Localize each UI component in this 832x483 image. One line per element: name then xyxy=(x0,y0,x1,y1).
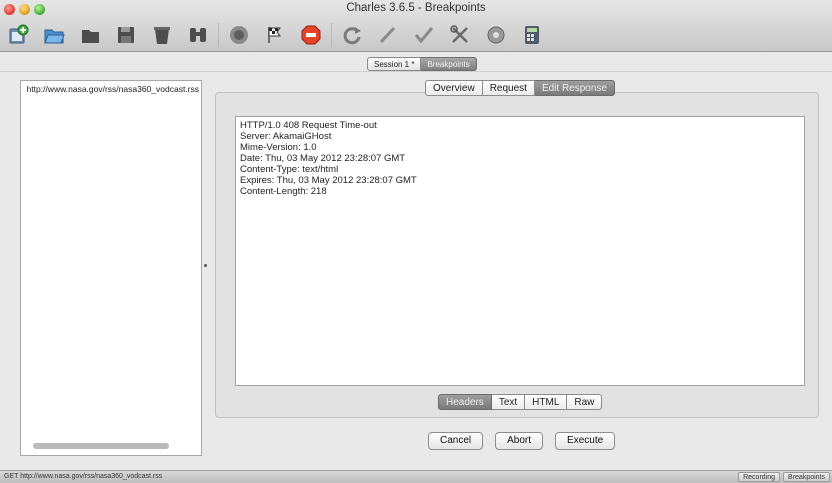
view-tabs: Overview Request Edit Response xyxy=(425,80,615,96)
action-buttons: Cancel Abort Execute xyxy=(428,432,627,450)
close-session-icon[interactable] xyxy=(78,23,102,47)
session-tabs: Session 1 * Breakpoints xyxy=(367,57,477,71)
recording-button[interactable]: Recording xyxy=(738,472,781,482)
cancel-button[interactable]: Cancel xyxy=(428,432,484,450)
header-line: Content-Length: 218 xyxy=(240,186,327,197)
request-url: http://www.nasa.gov/rss/nasa360_vodcast.… xyxy=(26,84,199,94)
response-headers-editor[interactable]: HTTP/1.0 408 Request Time-out Server: Ak… xyxy=(235,116,805,386)
execute-button[interactable]: Execute xyxy=(555,432,616,450)
record-icon[interactable] xyxy=(227,23,251,47)
status-buttons: Recording Breakpoints xyxy=(735,472,830,482)
toolbar xyxy=(6,20,556,50)
repeat-icon[interactable] xyxy=(340,23,364,47)
abort-button[interactable]: Abort xyxy=(495,432,544,450)
save-session-icon[interactable] xyxy=(114,23,138,47)
calculator-icon[interactable] xyxy=(520,23,544,47)
splitter-handle[interactable] xyxy=(204,264,207,267)
settings-icon[interactable] xyxy=(484,23,508,47)
edit-icon[interactable] xyxy=(376,23,400,47)
title-bar: Charles 3.6.5 - Breakpoints xyxy=(0,0,832,52)
tab-edit-response[interactable]: Edit Response xyxy=(534,80,615,96)
tab-raw[interactable]: Raw xyxy=(567,394,603,410)
header-line: Mime-Version: 1.0 xyxy=(240,142,317,153)
status-bar: GET http://www.nasa.gov/rss/nasa360_vodc… xyxy=(0,470,832,483)
status-text: GET http://www.nasa.gov/rss/nasa360_vodc… xyxy=(4,473,163,480)
header-line: HTTP/1.0 408 Request Time-out xyxy=(240,120,377,131)
tab-overview[interactable]: Overview xyxy=(425,80,483,96)
toolbar-separator xyxy=(331,23,332,47)
tab-html[interactable]: HTML xyxy=(525,394,568,410)
find-icon[interactable] xyxy=(186,23,210,47)
list-item[interactable]: http://www.nasa.gov/rss/nasa360_vodcast.… xyxy=(23,82,199,96)
tab-session-1[interactable]: Session 1 * xyxy=(367,57,422,71)
window-title: Charles 3.6.5 - Breakpoints xyxy=(346,2,486,14)
clear-session-icon[interactable] xyxy=(150,23,174,47)
tab-request[interactable]: Request xyxy=(482,80,535,96)
header-line: Date: Thu, 03 May 2012 23:28:07 GMT xyxy=(240,153,406,164)
new-session-icon[interactable] xyxy=(6,23,30,47)
breakpoints-button[interactable]: Breakpoints xyxy=(783,472,830,482)
format-tabs: Headers Text HTML Raw xyxy=(438,394,603,410)
open-session-icon[interactable] xyxy=(42,23,66,47)
horizontal-scrollbar[interactable] xyxy=(33,443,169,449)
breakpoints-icon[interactable] xyxy=(299,23,323,47)
tools-icon[interactable] xyxy=(448,23,472,47)
validate-icon[interactable] xyxy=(412,23,436,47)
header-line: Content-Type: text/html xyxy=(240,164,339,175)
tab-text[interactable]: Text xyxy=(491,394,526,410)
toolbar-separator xyxy=(218,23,219,47)
throttle-icon[interactable] xyxy=(263,23,287,47)
tab-breakpoints[interactable]: Breakpoints xyxy=(421,57,477,71)
breakpoint-arrow-icon xyxy=(23,88,24,90)
header-line: Expires: Thu, 03 May 2012 23:28:07 GMT xyxy=(240,175,417,186)
request-list: http://www.nasa.gov/rss/nasa360_vodcast.… xyxy=(20,80,202,456)
tab-headers[interactable]: Headers xyxy=(438,394,492,410)
charles-window: Charles 3.6.5 - Breakpoints Session 1 * … xyxy=(0,0,832,483)
divider xyxy=(0,71,832,72)
header-line: Server: AkamaiGHost xyxy=(240,131,332,142)
